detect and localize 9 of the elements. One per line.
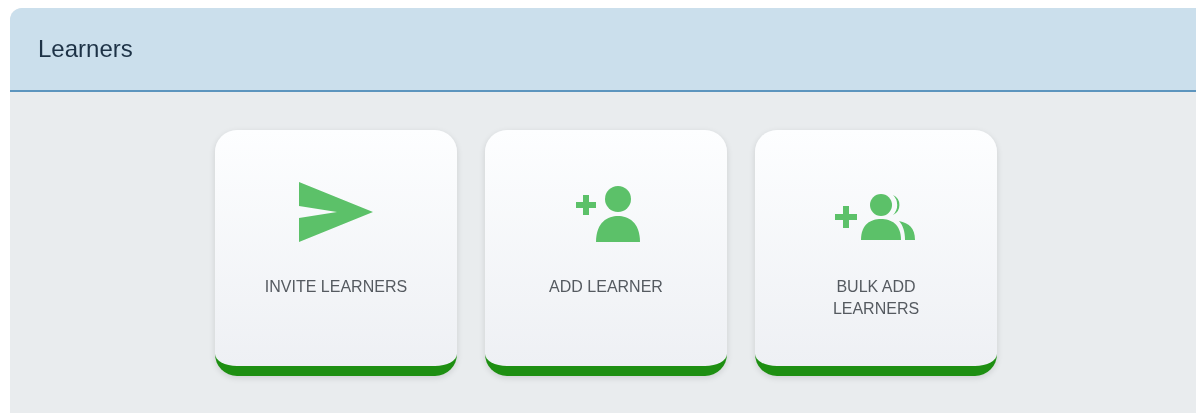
panel-title: Learners	[38, 34, 133, 64]
action-label: ADD LEARNER	[549, 277, 663, 297]
action-card[interactable]: ADD LEARNER	[485, 130, 727, 376]
action-label: BULK ADD LEARNERS	[831, 277, 921, 319]
action-card[interactable]: BULK ADD LEARNERS	[755, 130, 997, 376]
add-group-icon	[835, 194, 917, 242]
action-label: INVITE LEARNERS	[264, 277, 408, 297]
send-icon	[299, 182, 373, 242]
action-card[interactable]: INVITE LEARNERS	[215, 130, 457, 376]
